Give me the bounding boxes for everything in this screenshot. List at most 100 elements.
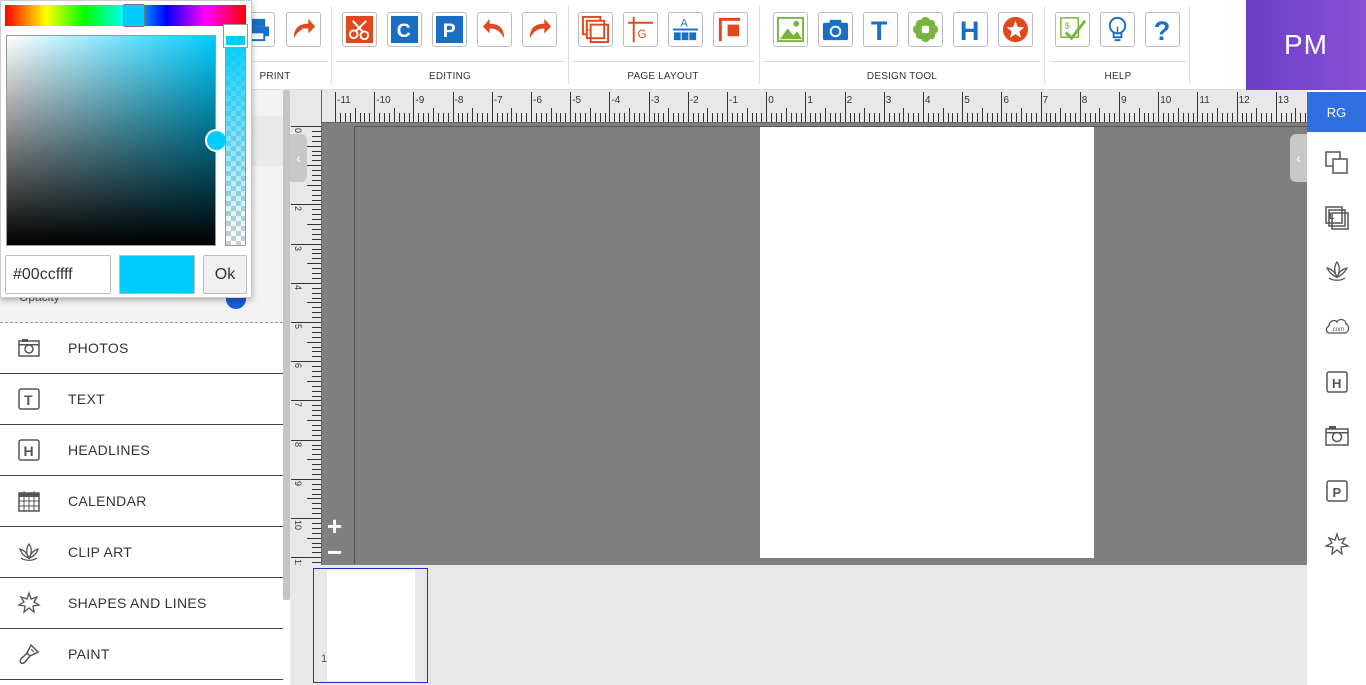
- image-button[interactable]: [773, 12, 808, 47]
- ruler-tick: [437, 113, 439, 122]
- group-label-help: HELP: [1104, 71, 1132, 82]
- web-button[interactable]: .com: [1324, 313, 1350, 339]
- ruler-tick: [1109, 113, 1111, 122]
- ruler-tick: [472, 108, 474, 122]
- hue-slider-handle[interactable]: [123, 4, 145, 27]
- svg-text:G: G: [638, 28, 647, 41]
- layers-button[interactable]: L: [578, 12, 613, 47]
- copy-button[interactable]: C: [387, 12, 422, 47]
- ruler-tick: [766, 92, 768, 122]
- headline-button[interactable]: H: [953, 12, 988, 47]
- menu-item-text[interactable]: T TEXT: [0, 374, 283, 425]
- ruler-tick: [291, 439, 321, 441]
- design-page[interactable]: [760, 127, 1094, 558]
- ruler-tick: [312, 371, 321, 372]
- group-divider: [240, 61, 328, 62]
- zoom-out-button[interactable]: −: [327, 539, 342, 565]
- align-button[interactable]: A: [668, 12, 703, 47]
- right-sidebar: RG L .com H P: [1307, 90, 1366, 685]
- paste-button[interactable]: P: [1324, 478, 1350, 504]
- alpha-slider[interactable]: [225, 35, 246, 246]
- redo-button[interactable]: [522, 12, 557, 47]
- paste-button[interactable]: P: [432, 12, 467, 47]
- zoom-in-button[interactable]: +: [327, 513, 342, 539]
- ruler-tick: [1089, 113, 1091, 122]
- ok-button[interactable]: Ok: [203, 255, 247, 294]
- ruler-tick: [633, 113, 635, 122]
- ruler-tick: [1079, 92, 1081, 122]
- calendar-icon: [17, 489, 41, 513]
- ruler-tick: [1084, 113, 1086, 122]
- ruler-tick: [1168, 113, 1169, 122]
- shapes-button[interactable]: [1323, 531, 1351, 558]
- ruler-tick: [312, 395, 321, 397]
- menu-item-label: SHAPES AND LINES: [68, 595, 207, 611]
- help-button[interactable]: ?: [1145, 12, 1180, 47]
- ruler-tick: [1055, 113, 1057, 122]
- ruler-tick: [312, 248, 321, 250]
- ruler-tick: [780, 113, 782, 122]
- collapse-left-panel-button[interactable]: ‹: [290, 134, 307, 182]
- ruler-tick: [354, 108, 356, 122]
- ruler-tick: [1050, 113, 1052, 122]
- user-badge[interactable]: PM: [1246, 0, 1366, 90]
- ruler-tick: [869, 113, 871, 122]
- headline-button[interactable]: H: [1324, 369, 1350, 395]
- ruler-label: -9: [415, 95, 425, 106]
- hex-color-input[interactable]: [5, 255, 111, 294]
- svg-text:H: H: [1332, 376, 1341, 391]
- menu-item-calendar[interactable]: CALENDAR: [0, 476, 283, 527]
- photos-button[interactable]: [1324, 423, 1350, 449]
- scrollbar-thumb[interactable]: [283, 90, 290, 600]
- redo-icon: [529, 18, 552, 39]
- ruler-tick: [312, 170, 321, 172]
- menu-item-clip-art[interactable]: CLIP ART: [0, 527, 283, 578]
- layers-button[interactable]: L: [1324, 205, 1350, 231]
- shapes-button[interactable]: [998, 12, 1033, 47]
- menu-item-photos[interactable]: PHOTOS: [0, 323, 283, 374]
- ruler-tick: [1251, 113, 1253, 122]
- tips-button[interactable]: [1100, 12, 1135, 47]
- svg-text:T: T: [871, 16, 888, 44]
- ruler-tick: [1300, 113, 1302, 122]
- text-button[interactable]: T: [863, 12, 898, 47]
- checkout-button[interactable]: $: [1055, 12, 1090, 47]
- ruler-tick: [312, 336, 321, 338]
- collapse-right-panel-button[interactable]: ‹: [1290, 134, 1307, 182]
- undo-button[interactable]: [477, 12, 512, 47]
- ruler-tick: [1172, 113, 1174, 122]
- rg-badge[interactable]: RG: [1307, 92, 1366, 132]
- clipart-button[interactable]: [908, 12, 943, 47]
- svg-text:H: H: [960, 16, 980, 44]
- cut-button[interactable]: [342, 12, 377, 47]
- ruler-tick: [878, 113, 880, 122]
- ruler-label: -11: [337, 95, 351, 106]
- save-button[interactable]: S: [286, 12, 321, 47]
- ruler-tick: [638, 113, 640, 122]
- ruler-tick: [398, 113, 400, 122]
- ruler-tick: [731, 113, 733, 122]
- ruler-tick: [312, 238, 321, 240]
- ruler-tick: [570, 92, 572, 122]
- ruler-tick: [1040, 92, 1042, 122]
- camera-button[interactable]: [818, 12, 853, 47]
- ruler-tick: [957, 113, 959, 122]
- clipart-button[interactable]: [1324, 258, 1350, 284]
- ruler-tick: [727, 92, 728, 122]
- background-button[interactable]: [713, 12, 748, 47]
- menu-item-headlines[interactable]: H HEADLINES: [0, 425, 283, 476]
- ruler-tick: [428, 113, 430, 122]
- ruler-tick: [575, 113, 577, 122]
- menu-item-shapes-and-lines[interactable]: SHAPES AND LINES: [0, 578, 283, 629]
- ruler-tick: [312, 454, 321, 456]
- ruler-tick: [312, 307, 321, 309]
- saturation-value-area[interactable]: [6, 35, 216, 246]
- menu-item-paint[interactable]: PAINT: [0, 629, 283, 680]
- ruler-tick: [1236, 92, 1238, 122]
- ruler-tick: [442, 113, 444, 122]
- resize-button[interactable]: [1324, 150, 1350, 176]
- ruler-tick: [800, 113, 802, 122]
- grid-button[interactable]: G: [623, 12, 658, 47]
- ruler-label: 10: [1160, 95, 1172, 106]
- ruler-tick: [335, 92, 336, 122]
